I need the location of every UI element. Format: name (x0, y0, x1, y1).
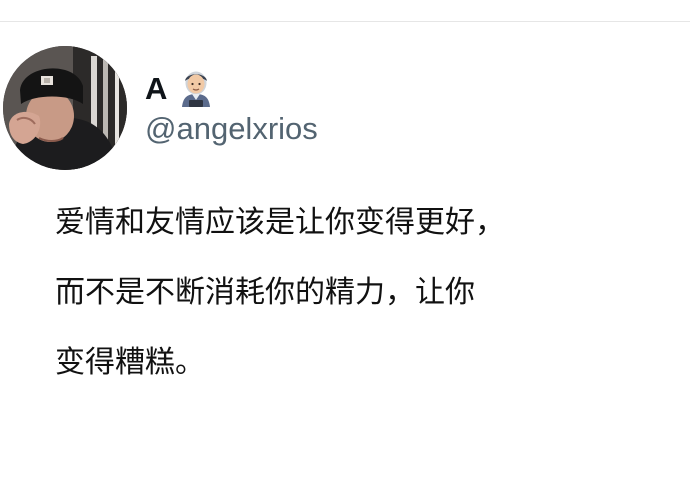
tweet-text-line: 爱情和友情应该是让你变得更好， (55, 205, 505, 240)
top-divider (0, 21, 690, 22)
man-technologist-emoji-icon (181, 71, 210, 107)
tweet-text: 爱情和友情应该是让你变得更好， 而不是不断消耗你的精力，让你 变得糟糕。 (55, 208, 655, 418)
avatar[interactable] (3, 46, 127, 170)
tweet-text-line: 而不是不断消耗你的精力，让你 (55, 275, 475, 310)
user-handle[interactable]: @angelxrios (145, 113, 318, 144)
display-name[interactable]: A (145, 73, 168, 104)
display-name-row: A (145, 68, 214, 108)
avatar-image (3, 46, 127, 170)
tweet-text-line: 变得糟糕。 (55, 345, 205, 380)
